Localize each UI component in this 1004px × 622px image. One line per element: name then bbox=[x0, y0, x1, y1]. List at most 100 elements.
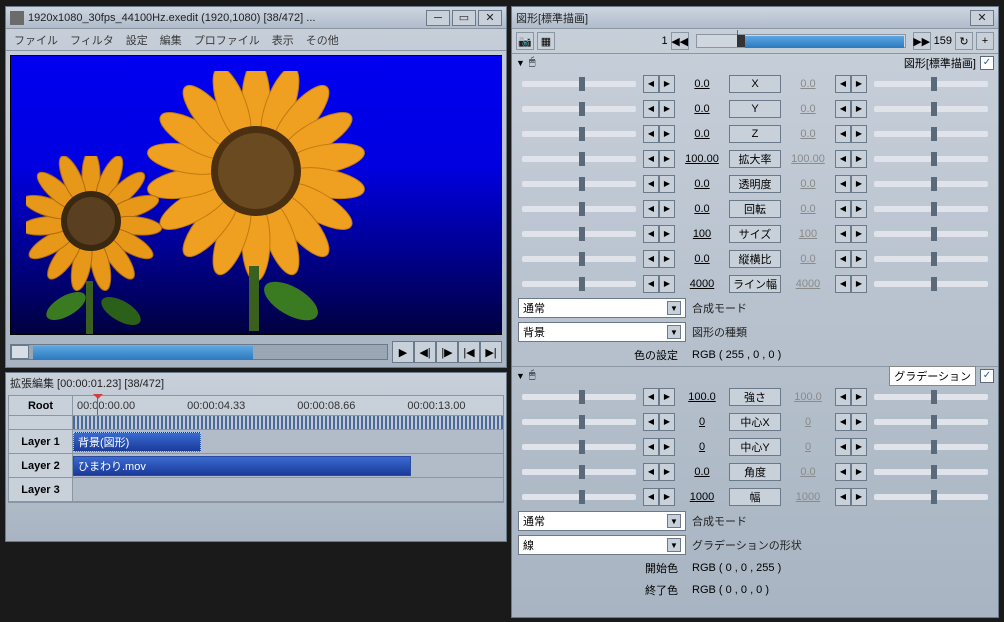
arrow-right-icon[interactable]: ▶ bbox=[851, 125, 867, 143]
preview-titlebar[interactable]: 1920x1080_30fps_44100Hz.exedit (1920,108… bbox=[6, 7, 506, 29]
menu-edit[interactable]: 編集 bbox=[160, 32, 182, 48]
arrow-left-icon[interactable]: ◀ bbox=[835, 225, 851, 243]
arrow-left-icon[interactable]: ◀ bbox=[643, 275, 659, 293]
param-name-button[interactable]: 角度 bbox=[729, 463, 781, 481]
param-name-button[interactable]: Z bbox=[729, 125, 781, 143]
layer-1-label[interactable]: Layer 1 bbox=[9, 430, 73, 453]
arrow-right-icon[interactable]: ▶ bbox=[851, 388, 867, 406]
menu-settings[interactable]: 設定 bbox=[126, 32, 148, 48]
chart-icon[interactable]: ▦ bbox=[537, 32, 555, 50]
play-button[interactable]: ▶ bbox=[392, 341, 414, 363]
value-left[interactable]: 100 bbox=[678, 228, 726, 240]
arrow-right-icon[interactable]: ▶ bbox=[659, 275, 675, 293]
arrow-left-icon[interactable]: ◀ bbox=[835, 250, 851, 268]
arrow-left-icon[interactable]: ◀ bbox=[643, 200, 659, 218]
timeline-title[interactable]: 拡張編集 [00:00:01.23] [38/472] bbox=[6, 373, 506, 393]
close-button[interactable]: ✕ bbox=[478, 10, 502, 26]
color-setting-label[interactable]: 色の設定 bbox=[518, 347, 686, 363]
blend-mode-select[interactable]: 通常▼ bbox=[518, 298, 686, 318]
arrow-left-icon[interactable]: ◀ bbox=[643, 388, 659, 406]
slider-left[interactable] bbox=[522, 131, 636, 137]
slider-left[interactable] bbox=[522, 281, 636, 287]
slider-left[interactable] bbox=[522, 419, 636, 425]
arrow-right-icon[interactable]: ▶ bbox=[851, 100, 867, 118]
layer-2-track[interactable]: ひまわり.mov bbox=[73, 454, 503, 477]
param-name-button[interactable]: 中心Y bbox=[729, 438, 781, 456]
end-color-label[interactable]: 終了色 bbox=[518, 582, 686, 598]
menu-view[interactable]: 表示 bbox=[272, 32, 294, 48]
slider-right[interactable] bbox=[874, 206, 988, 212]
value-left[interactable]: 0 bbox=[678, 441, 726, 453]
arrow-right-icon[interactable]: ▶ bbox=[659, 388, 675, 406]
arrow-left-icon[interactable]: ◀ bbox=[835, 275, 851, 293]
time-ruler[interactable]: 00:00:00.00 00:00:04.33 00:00:08.66 00:0… bbox=[73, 396, 503, 415]
frame-slider[interactable] bbox=[696, 34, 906, 48]
slider-left[interactable] bbox=[522, 494, 636, 500]
step-back-button[interactable]: ◀| bbox=[414, 341, 436, 363]
value-right[interactable]: 0.0 bbox=[784, 103, 832, 115]
arrow-left-icon[interactable]: ◀ bbox=[643, 75, 659, 93]
value-left[interactable]: 0.0 bbox=[678, 253, 726, 265]
maximize-button[interactable]: ▭ bbox=[452, 10, 476, 26]
layer-3-track[interactable] bbox=[73, 478, 503, 501]
arrow-right-icon[interactable]: ▶ bbox=[659, 75, 675, 93]
section-1-checkbox[interactable]: ✓ bbox=[980, 56, 994, 70]
last-frame-button[interactable]: ▶| bbox=[480, 341, 502, 363]
arrow-right-icon[interactable]: ▶ bbox=[851, 463, 867, 481]
value-right[interactable]: 4000 bbox=[784, 278, 832, 290]
value-left[interactable]: 0.0 bbox=[678, 178, 726, 190]
arrow-right-icon[interactable]: ▶ bbox=[659, 125, 675, 143]
value-left[interactable]: 0.0 bbox=[678, 466, 726, 478]
value-left[interactable]: 100.0 bbox=[678, 391, 726, 403]
arrow-left-icon[interactable]: ◀ bbox=[835, 150, 851, 168]
param-name-button[interactable]: X bbox=[729, 75, 781, 93]
arrow-left-icon[interactable]: ◀ bbox=[643, 488, 659, 506]
minimize-button[interactable]: ─ bbox=[426, 10, 450, 26]
arrow-left-icon[interactable]: ◀ bbox=[643, 125, 659, 143]
slider-left[interactable] bbox=[522, 81, 636, 87]
value-left[interactable]: 4000 bbox=[678, 278, 726, 290]
value-left[interactable]: 0.0 bbox=[678, 78, 726, 90]
value-left[interactable]: 100.00 bbox=[678, 153, 726, 165]
arrow-left-icon[interactable]: ◀ bbox=[835, 413, 851, 431]
first-button[interactable]: ◀◀ bbox=[671, 32, 689, 50]
value-left[interactable]: 0.0 bbox=[678, 128, 726, 140]
start-color-label[interactable]: 開始色 bbox=[518, 560, 686, 576]
slider-right[interactable] bbox=[874, 81, 988, 87]
section-2-checkbox[interactable]: ✓ bbox=[980, 369, 994, 383]
menu-other[interactable]: その他 bbox=[306, 32, 339, 48]
slider-right[interactable] bbox=[874, 394, 988, 400]
sync-icon[interactable]: ↻ bbox=[955, 32, 973, 50]
layer-3-label[interactable]: Layer 3 bbox=[9, 478, 73, 501]
arrow-left-icon[interactable]: ◀ bbox=[835, 388, 851, 406]
playhead[interactable] bbox=[97, 396, 98, 415]
menu-filter[interactable]: フィルタ bbox=[70, 32, 114, 48]
seek-slider[interactable] bbox=[10, 344, 388, 360]
arrow-left-icon[interactable]: ◀ bbox=[835, 438, 851, 456]
value-left[interactable]: 1000 bbox=[678, 491, 726, 503]
layer-1-track[interactable]: 背景(図形) bbox=[73, 430, 503, 453]
slider-right[interactable] bbox=[874, 281, 988, 287]
last-button[interactable]: ▶▶ bbox=[913, 32, 931, 50]
blend2-select[interactable]: 通常▼ bbox=[518, 511, 686, 531]
value-right[interactable]: 100.00 bbox=[784, 153, 832, 165]
arrow-right-icon[interactable]: ▶ bbox=[659, 150, 675, 168]
slider-left[interactable] bbox=[522, 394, 636, 400]
arrow-right-icon[interactable]: ▶ bbox=[851, 438, 867, 456]
clip-video[interactable]: ひまわり.mov bbox=[73, 456, 411, 476]
scale-box[interactable] bbox=[9, 416, 73, 429]
arrow-right-icon[interactable]: ▶ bbox=[659, 100, 675, 118]
slider-right[interactable] bbox=[874, 256, 988, 262]
collapse-2-icon[interactable]: ▼ bbox=[516, 371, 525, 381]
arrow-right-icon[interactable]: ▶ bbox=[851, 275, 867, 293]
slider-right[interactable] bbox=[874, 494, 988, 500]
slider-left[interactable] bbox=[522, 106, 636, 112]
arrow-left-icon[interactable]: ◀ bbox=[643, 413, 659, 431]
arrow-left-icon[interactable]: ◀ bbox=[835, 125, 851, 143]
arrow-right-icon[interactable]: ▶ bbox=[851, 175, 867, 193]
arrow-right-icon[interactable]: ▶ bbox=[851, 413, 867, 431]
slider-left[interactable] bbox=[522, 469, 636, 475]
arrow-left-icon[interactable]: ◀ bbox=[643, 438, 659, 456]
arrow-left-icon[interactable]: ◀ bbox=[835, 200, 851, 218]
slider-left[interactable] bbox=[522, 231, 636, 237]
